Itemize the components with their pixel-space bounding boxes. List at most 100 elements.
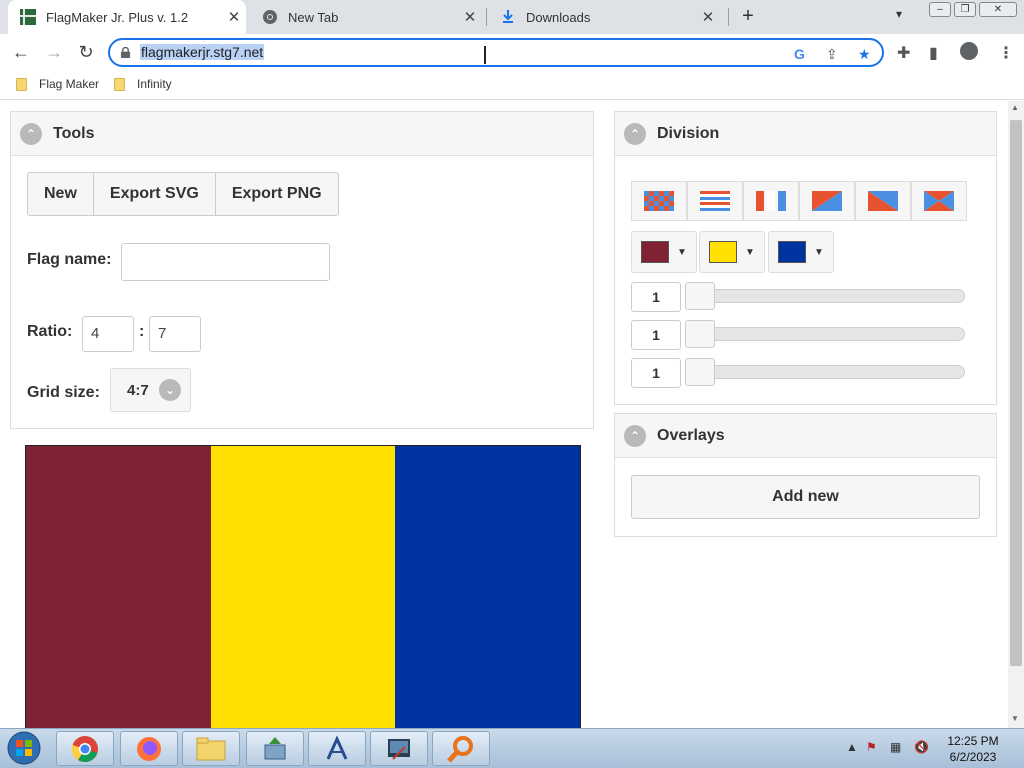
- dropdown-caret-icon: ▼: [677, 246, 687, 258]
- collapse-chevron-icon[interactable]: ⌃: [624, 122, 646, 145]
- bookmark-label: Flag Maker: [39, 77, 100, 91]
- flag-stripe-3: [395, 446, 581, 728]
- ratio-width-input[interactable]: 7: [149, 316, 201, 352]
- slider-2-track[interactable]: [690, 327, 965, 341]
- division-x-button[interactable]: [911, 181, 967, 221]
- division-diagonal-up-button[interactable]: [855, 181, 911, 221]
- grid-size-select[interactable]: 4:7 ⌄: [110, 368, 191, 412]
- folder-icon: [16, 77, 27, 91]
- chrome-icon: [71, 735, 98, 762]
- system-clock[interactable]: 12:25 PM 6/2/2023: [944, 733, 1002, 765]
- font-a-icon: [326, 734, 348, 760]
- flagmaker-favicon-icon: [20, 9, 36, 25]
- division-grid-button[interactable]: [631, 181, 687, 221]
- division-horizontal-button[interactable]: [687, 181, 743, 221]
- slider-3-value[interactable]: 1: [631, 358, 681, 388]
- flag-preview: [25, 445, 581, 728]
- tab-separator: [728, 8, 729, 26]
- flag-stripe-1: [26, 446, 211, 728]
- tab-search-chevron-icon[interactable]: ▾: [896, 7, 902, 21]
- address-bar[interactable]: flagmakerjr.stg7.net G ⇪ ★: [108, 38, 884, 67]
- division-diagonal-down-button[interactable]: [799, 181, 855, 221]
- ratio-label: Ratio:: [27, 323, 73, 340]
- bookmark-infinity[interactable]: Infinity: [114, 77, 172, 91]
- extensions-icon[interactable]: ✚: [897, 43, 910, 63]
- slider-2-value[interactable]: 1: [631, 320, 681, 350]
- new-tab-button[interactable]: +: [737, 6, 759, 28]
- minimize-button[interactable]: –: [929, 2, 951, 17]
- export-svg-button[interactable]: Export SVG: [94, 173, 216, 215]
- flag-name-input[interactable]: [121, 243, 330, 281]
- clock-time: 12:25 PM: [947, 734, 999, 748]
- taskbar-app-installer[interactable]: [246, 731, 304, 766]
- installer-icon: [264, 736, 286, 759]
- division-type-buttons: [631, 181, 967, 221]
- slider-3-thumb[interactable]: [685, 358, 715, 386]
- close-window-button[interactable]: ✕: [979, 2, 1017, 17]
- slider-2-thumb[interactable]: [685, 320, 715, 348]
- page-viewport: ⌃ Tools New Export SVG Export PNG Flag n…: [0, 101, 1008, 728]
- show-hidden-icons[interactable]: ▲: [846, 740, 858, 754]
- scroll-down-icon[interactable]: ▼: [1011, 714, 1019, 723]
- tab-flagmaker[interactable]: FlagMaker Jr. Plus v. 1.2 ✕: [8, 0, 246, 34]
- start-button-icon[interactable]: [2, 730, 50, 766]
- taskbar-font-app[interactable]: [308, 731, 366, 766]
- tab-new-tab[interactable]: New Tab ✕: [250, 0, 482, 34]
- color-1-select[interactable]: ▼: [631, 231, 697, 273]
- new-button[interactable]: New: [28, 173, 94, 215]
- division-panel-header[interactable]: ⌃ Division: [615, 112, 996, 156]
- restore-button[interactable]: ❐: [954, 2, 976, 17]
- taskbar-chrome[interactable]: [56, 731, 114, 766]
- reload-icon[interactable]: ↻: [74, 40, 98, 64]
- bookmark-flag-maker[interactable]: Flag Maker: [16, 77, 99, 91]
- network-icon[interactable]: ▦: [890, 740, 901, 754]
- volume-muted-icon[interactable]: 🔇: [914, 740, 929, 754]
- slider-3-track[interactable]: [690, 365, 965, 379]
- slider-1-value[interactable]: 1: [631, 282, 681, 312]
- tab-downloads[interactable]: Downloads ✕: [488, 0, 720, 34]
- folder-icon: [196, 737, 226, 760]
- text-cursor-icon: [484, 46, 486, 64]
- add-overlay-button[interactable]: Add new: [631, 475, 980, 519]
- close-tab-icon[interactable]: ✕: [696, 8, 720, 26]
- scroll-up-icon[interactable]: ▲: [1011, 103, 1019, 112]
- grid-size-label: Grid size:: [27, 384, 100, 401]
- tools-title: Tools: [53, 124, 95, 142]
- collapse-chevron-icon[interactable]: ⌃: [624, 424, 646, 447]
- back-arrow-icon[interactable]: ←: [9, 40, 33, 64]
- share-icon[interactable]: ⇪: [826, 46, 838, 63]
- tools-panel-header[interactable]: ⌃ Tools: [11, 112, 593, 156]
- forward-arrow-icon[interactable]: →: [42, 40, 66, 64]
- slider-1-track[interactable]: [690, 289, 965, 303]
- overlays-panel-header[interactable]: ⌃ Overlays: [615, 414, 996, 458]
- tab-separator: [486, 8, 487, 26]
- collapse-chevron-icon[interactable]: ⌃: [20, 122, 42, 145]
- lock-icon[interactable]: [120, 47, 131, 58]
- taskbar-search-app[interactable]: [432, 731, 490, 766]
- ratio-height-input[interactable]: 4: [82, 316, 134, 352]
- clock-date: 6/2/2023: [949, 750, 997, 764]
- close-tab-icon[interactable]: ✕: [222, 8, 246, 26]
- menu-dots-icon[interactable]: ⋮: [998, 43, 1014, 63]
- taskbar-firefox[interactable]: [120, 731, 178, 766]
- color-3-select[interactable]: ▼: [768, 231, 834, 273]
- taskbar-editor[interactable]: [370, 731, 428, 766]
- side-panel-icon[interactable]: ▮: [929, 43, 938, 63]
- division-title: Division: [657, 124, 720, 142]
- google-lens-icon[interactable]: G: [794, 46, 805, 62]
- overlays-title: Overlays: [657, 426, 725, 444]
- taskbar-explorer[interactable]: [182, 731, 240, 766]
- bookmark-star-icon[interactable]: ★: [858, 46, 871, 63]
- profile-avatar-icon[interactable]: [960, 42, 978, 60]
- diagonal-down-icon: [812, 191, 842, 211]
- export-png-button[interactable]: Export PNG: [216, 173, 338, 215]
- diagonal-up-icon: [868, 191, 898, 211]
- close-tab-icon[interactable]: ✕: [458, 8, 482, 26]
- folder-icon: [114, 77, 125, 91]
- division-vertical-button[interactable]: [743, 181, 799, 221]
- scrollbar-thumb[interactable]: [1010, 120, 1022, 666]
- color-2-select[interactable]: ▼: [699, 231, 765, 273]
- url-text[interactable]: flagmakerjr.stg7.net: [140, 44, 265, 60]
- action-center-icon[interactable]: ⚑: [866, 740, 877, 754]
- slider-1-thumb[interactable]: [685, 282, 715, 310]
